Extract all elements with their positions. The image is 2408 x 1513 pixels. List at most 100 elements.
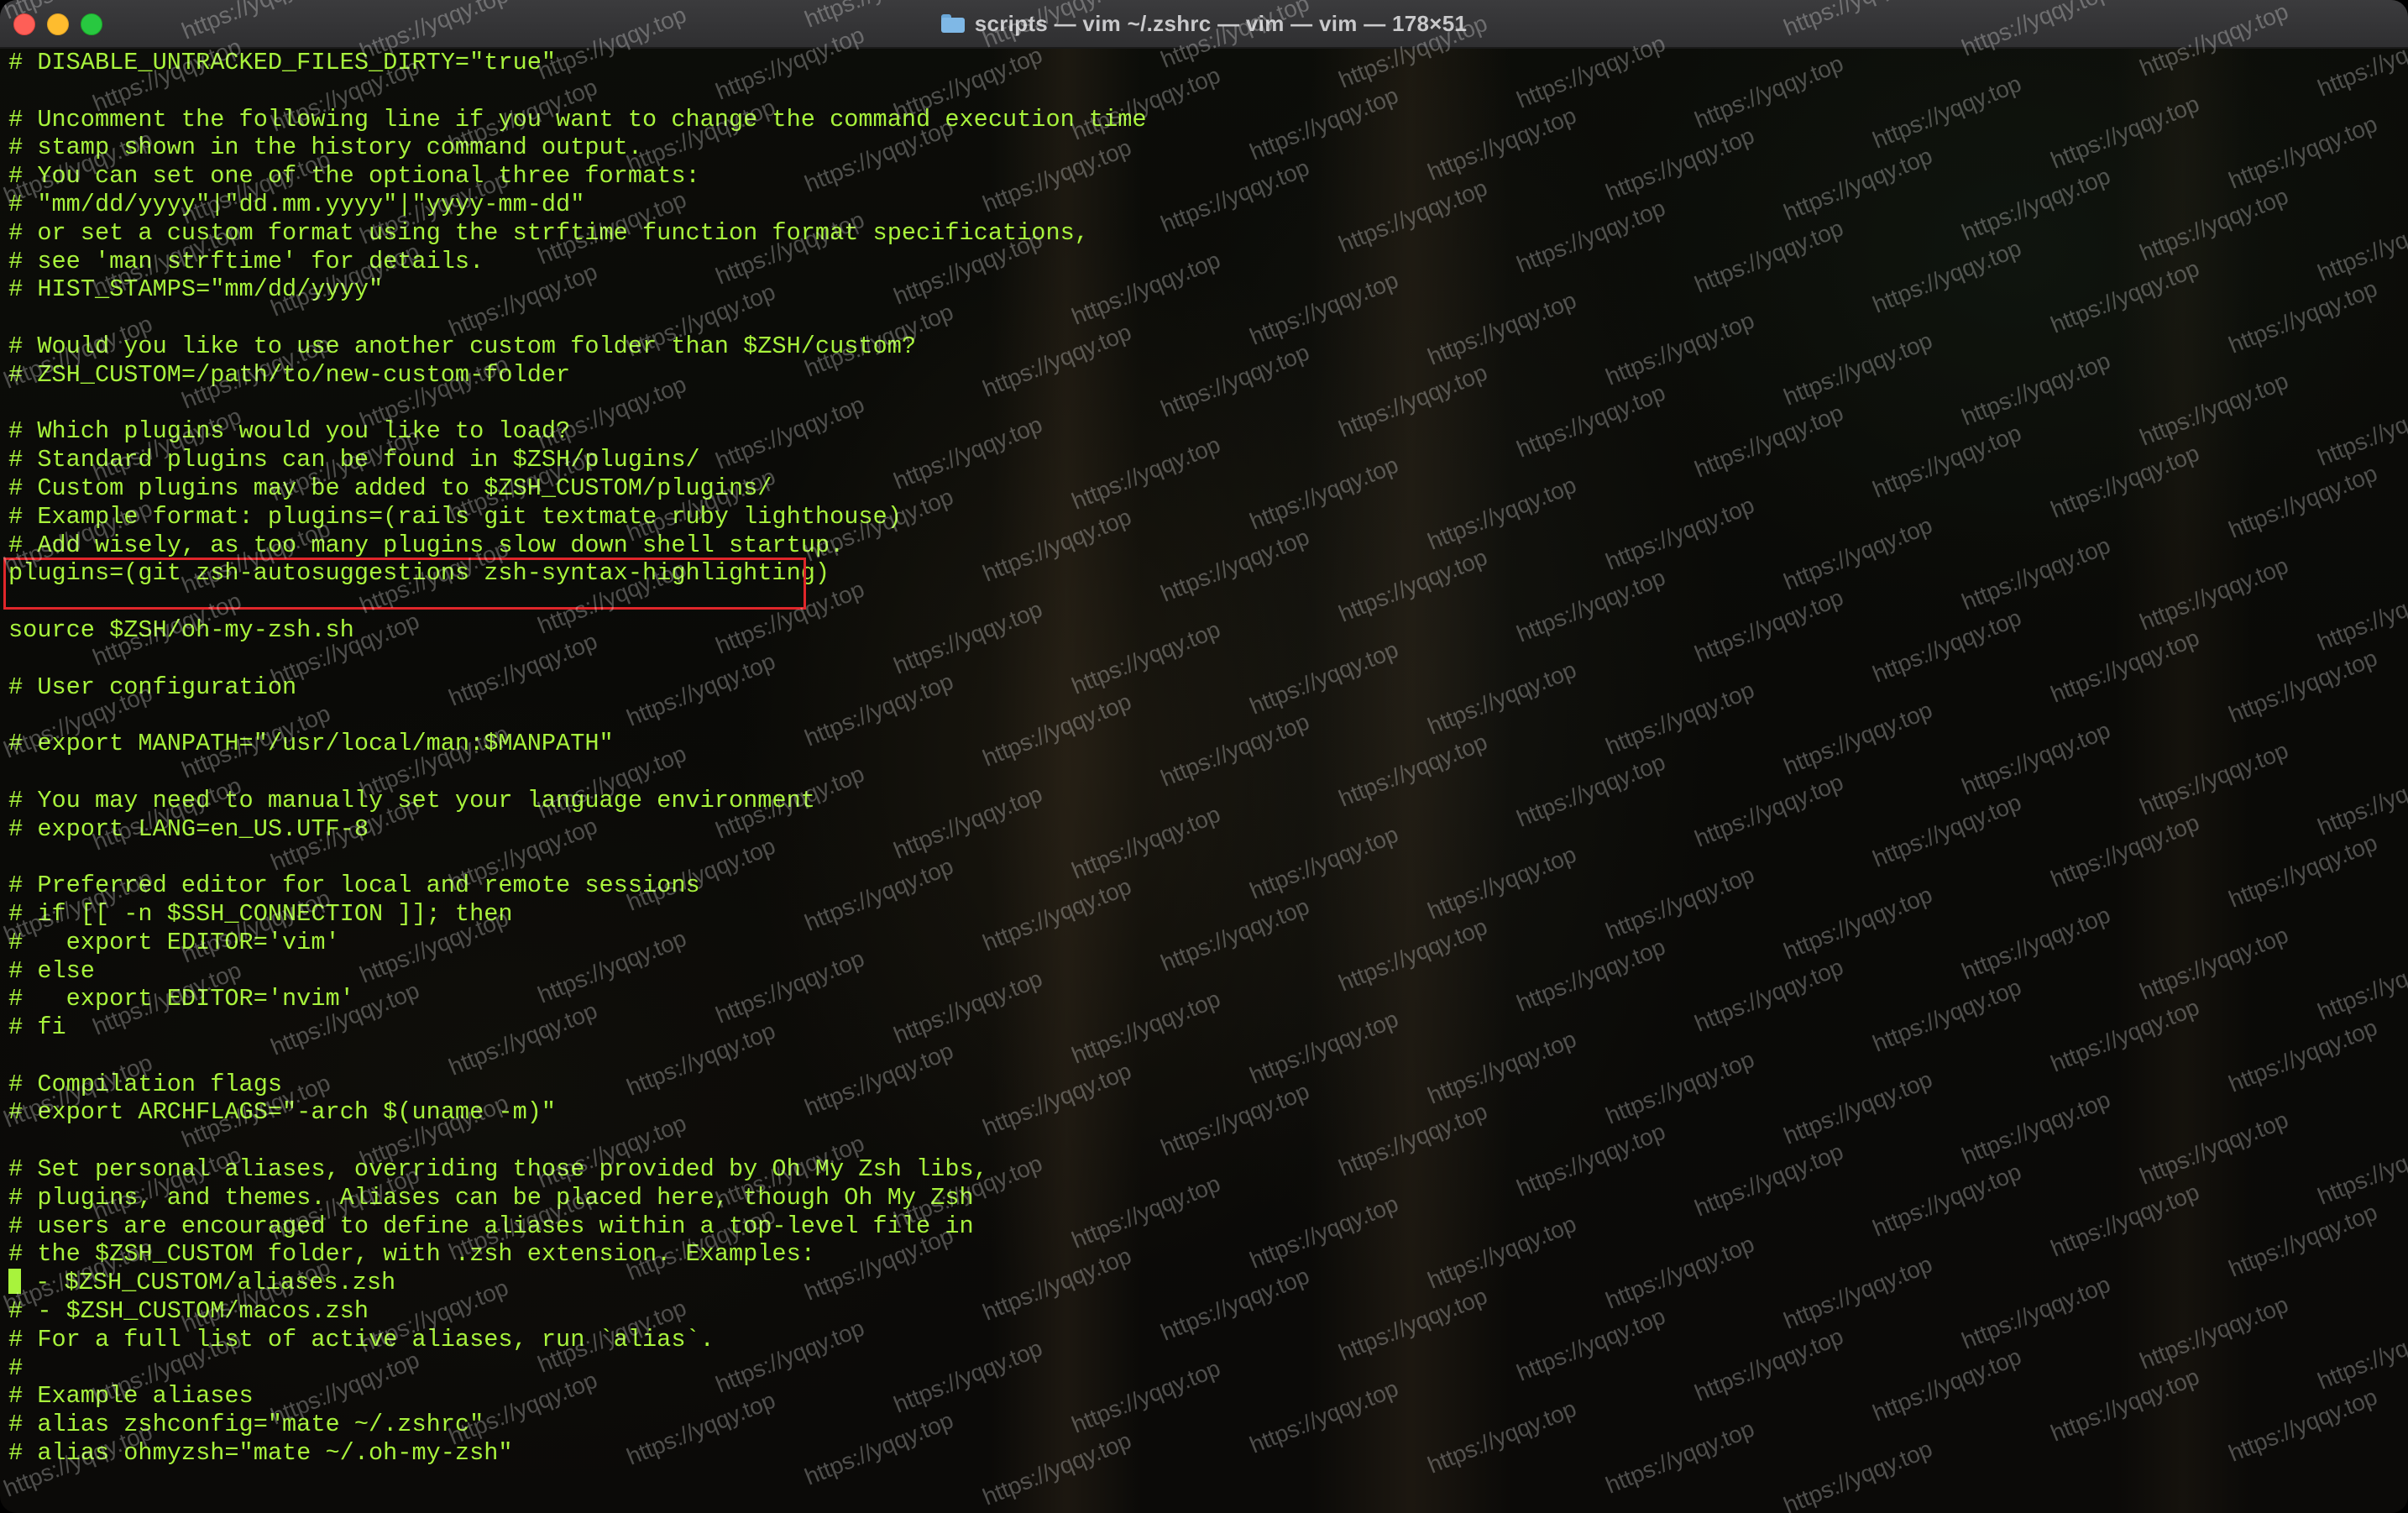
watermark-text: https://yqqy.top (1602, 306, 1758, 390)
editor-line[interactable]: # see 'man strftime' for details. (8, 248, 1147, 276)
editor-line[interactable]: # Uncomment the following line if you wa… (8, 106, 1147, 134)
title-bar[interactable]: scripts — vim ~/.zshrc — vim — vim — 178… (0, 0, 2408, 49)
editor-line[interactable]: # ZSH_CUSTOM=/path/to/new-custom-folder (8, 361, 1147, 390)
editor-line-text: # Standard plugins can be found in $ZSH/… (8, 446, 700, 474)
editor-line[interactable]: # alias zshconfig="mate ~/.zshrc" (8, 1411, 1147, 1439)
editor-line[interactable]: # Example aliases (8, 1382, 1147, 1411)
editor-line[interactable]: # Compilation flags (8, 1071, 1147, 1099)
watermark-text: https://yqqy.top (1958, 716, 2114, 800)
editor-line[interactable]: # Add wisely, as too many plugins slow d… (8, 531, 1147, 560)
editor-line[interactable]: # Custom plugins may be added to $ZSH_CU… (8, 474, 1147, 503)
editor-line[interactable]: # fi (8, 1013, 1147, 1042)
editor-line[interactable]: # Preferred editor for local and remote … (8, 872, 1147, 900)
editor-line-text: # "mm/dd/yyyy"|"dd.mm.yyyy"|"yyyy-mm-dd" (8, 190, 585, 218)
editor-line-text: # alias ohmyzsh="mate ~/.oh-my-zsh" (8, 1439, 513, 1468)
editor-line-text: # Add wisely, as too many plugins slow d… (8, 531, 845, 559)
watermark-text: https://yqqy.top (2314, 202, 2408, 286)
editor-line-text: # export LANG=en_US.UTF-8 (8, 814, 369, 843)
watermark-text: https://yqqy.top (1513, 1118, 1669, 1202)
editor-line-text: # Would you like to use another custom f… (8, 332, 917, 360)
editor-line[interactable]: # stamp shown in the history command out… (8, 134, 1147, 162)
editor-line-text: # HIST_STAMPS="mm/dd/yyyy" (8, 275, 384, 304)
editor-line-text: # export EDITOR='vim' (8, 928, 340, 956)
watermark-text: https://yqqy.top (1602, 861, 1758, 945)
editor-line[interactable]: source $ZSH/oh-my-zsh.sh (8, 616, 1147, 645)
watermark-text: https://yqqy.top (1691, 399, 1847, 483)
editor-line[interactable]: # Standard plugins can be found in $ZSH/… (8, 446, 1147, 474)
watermark-text: https://yqqy.top (1869, 70, 2025, 154)
watermark-text: https://yqqy.top (1869, 1158, 2025, 1242)
watermark-text: https://yqqy.top (1602, 676, 1758, 760)
editor-line-text: # ZSH_CUSTOM=/path/to/new-custom-folder (8, 360, 571, 389)
editor-line[interactable]: # DISABLE_UNTRACKED_FILES_DIRTY="true" (8, 49, 1147, 77)
editor-line[interactable] (8, 843, 1147, 872)
editor-line-text: # plugins, and themes. Aliases can be pl… (8, 1183, 974, 1212)
editor-line[interactable]: # alias ohmyzsh="mate ~/.oh-my-zsh" (8, 1439, 1147, 1468)
editor-line[interactable]: # You can set one of the optional three … (8, 162, 1147, 191)
editor-line[interactable] (8, 701, 1147, 730)
editor-line[interactable] (8, 758, 1147, 787)
editor-line[interactable]: # "mm/dd/yyyy"|"dd.mm.yyyy"|"yyyy-mm-dd" (8, 191, 1147, 219)
editor-line[interactable]: # You may need to manually set your lang… (8, 787, 1147, 815)
watermark-text: https://yqqy.top (1157, 893, 1313, 976)
editor-line[interactable] (8, 1127, 1147, 1155)
editor-line-text: # (8, 1353, 24, 1382)
editor-line-text: # You may need to manually set your lang… (8, 786, 815, 814)
editor-line[interactable]: # Would you like to use another custom f… (8, 332, 1147, 361)
editor-line-text: # else (8, 956, 95, 985)
editor-line[interactable]: # export LANG=en_US.UTF-8 (8, 815, 1147, 844)
watermark-text: https://yqqy.top (1691, 584, 1847, 668)
watermark-text: https://yqqy.top (1780, 142, 1936, 226)
editor-line-text: # export MANPATH="/usr/local/man:$MANPAT… (8, 730, 614, 758)
watermark-text: https://yqqy.top (1780, 511, 1936, 595)
editor-line-text: # fi (8, 1013, 66, 1042)
editor-line-text: # Set personal aliases, overriding those… (8, 1155, 988, 1184)
vim-editor-buffer[interactable]: # DISABLE_UNTRACKED_FILES_DIRTY="true" # … (8, 49, 1147, 1468)
watermark-text: https://yqqy.top (1157, 523, 1313, 607)
folder-icon (940, 14, 965, 33)
editor-line[interactable]: # User configuration (8, 673, 1147, 702)
editor-line-text: # Example format: plugins=(rails git tex… (8, 502, 902, 531)
editor-line[interactable]: # For a full list of active aliases, run… (8, 1326, 1147, 1354)
editor-line[interactable]: # plugins, and themes. Aliases can be pl… (8, 1184, 1147, 1212)
watermark-text: https://yqqy.top (2314, 1311, 2408, 1395)
watermark-text: https://yqqy.top (1691, 50, 1847, 134)
editor-line[interactable]: # Which plugins would you like to load? (8, 417, 1147, 446)
editor-line[interactable]: # Set personal aliases, overriding those… (8, 1155, 1147, 1184)
watermark-text: https://yqqy.top (1691, 214, 1847, 298)
watermark-text: https://yqqy.top (1958, 1086, 2114, 1170)
editor-line-text: # Uncomment the following line if you wa… (8, 105, 1147, 134)
watermark-text: https://yqqy.top (2314, 756, 2408, 840)
watermark-text: https://yqqy.top (1869, 1343, 2025, 1427)
editor-line[interactable]: # export EDITOR='vim' (8, 929, 1147, 957)
editor-line[interactable] (8, 77, 1147, 106)
editor-line[interactable]: # if [[ -n $SSH_CONNECTION ]]; then (8, 900, 1147, 929)
editor-line[interactable] (8, 390, 1147, 418)
editor-line[interactable]: # export EDITOR='nvim' (8, 985, 1147, 1013)
editor-line-text: # For a full list of active aliases, run… (8, 1325, 715, 1353)
editor-line-text: # export EDITOR='nvim' (8, 985, 354, 1013)
editor-line[interactable]: # users are encouraged to define aliases… (8, 1212, 1147, 1241)
watermark-text: https://yqqy.top (2314, 387, 2408, 471)
editor-line-text: # Compilation flags (8, 1070, 283, 1098)
editor-line[interactable]: # - $ZSH_CUSTOM/macos.zsh (8, 1297, 1147, 1326)
watermark-text: https://yqqy.top (1869, 604, 2025, 688)
editor-line-text: # export ARCHFLAGS="-arch $(uname -m)" (8, 1098, 557, 1127)
editor-line[interactable]: # else (8, 957, 1147, 986)
watermark-text: https://yqqy.top (1157, 154, 1313, 238)
editor-line[interactable]: - $ZSH_CUSTOM/aliases.zsh (8, 1269, 1147, 1297)
editor-line[interactable]: # or set a custom format using the strft… (8, 219, 1147, 248)
editor-line[interactable]: # export ARCHFLAGS="-arch $(uname -m)" (8, 1098, 1147, 1127)
editor-line[interactable]: # export MANPATH="/usr/local/man:$MANPAT… (8, 730, 1147, 758)
watermark-text: https://yqqy.top (1157, 708, 1313, 792)
editor-line[interactable]: # HIST_STAMPS="mm/dd/yyyy" (8, 275, 1147, 304)
editor-line[interactable]: # the $ZSH_CUSTOM folder, with .zsh exte… (8, 1240, 1147, 1269)
editor-line[interactable]: # (8, 1354, 1147, 1383)
editor-line-text: # Example aliases (8, 1382, 254, 1411)
editor-line[interactable] (8, 645, 1147, 673)
editor-line[interactable] (8, 1042, 1147, 1071)
editor-line-text: # Preferred editor for local and remote … (8, 872, 700, 900)
editor-line[interactable]: # Example format: plugins=(rails git tex… (8, 503, 1147, 531)
watermark-text: https://yqqy.top (1780, 1435, 1936, 1513)
editor-line[interactable] (8, 304, 1147, 332)
